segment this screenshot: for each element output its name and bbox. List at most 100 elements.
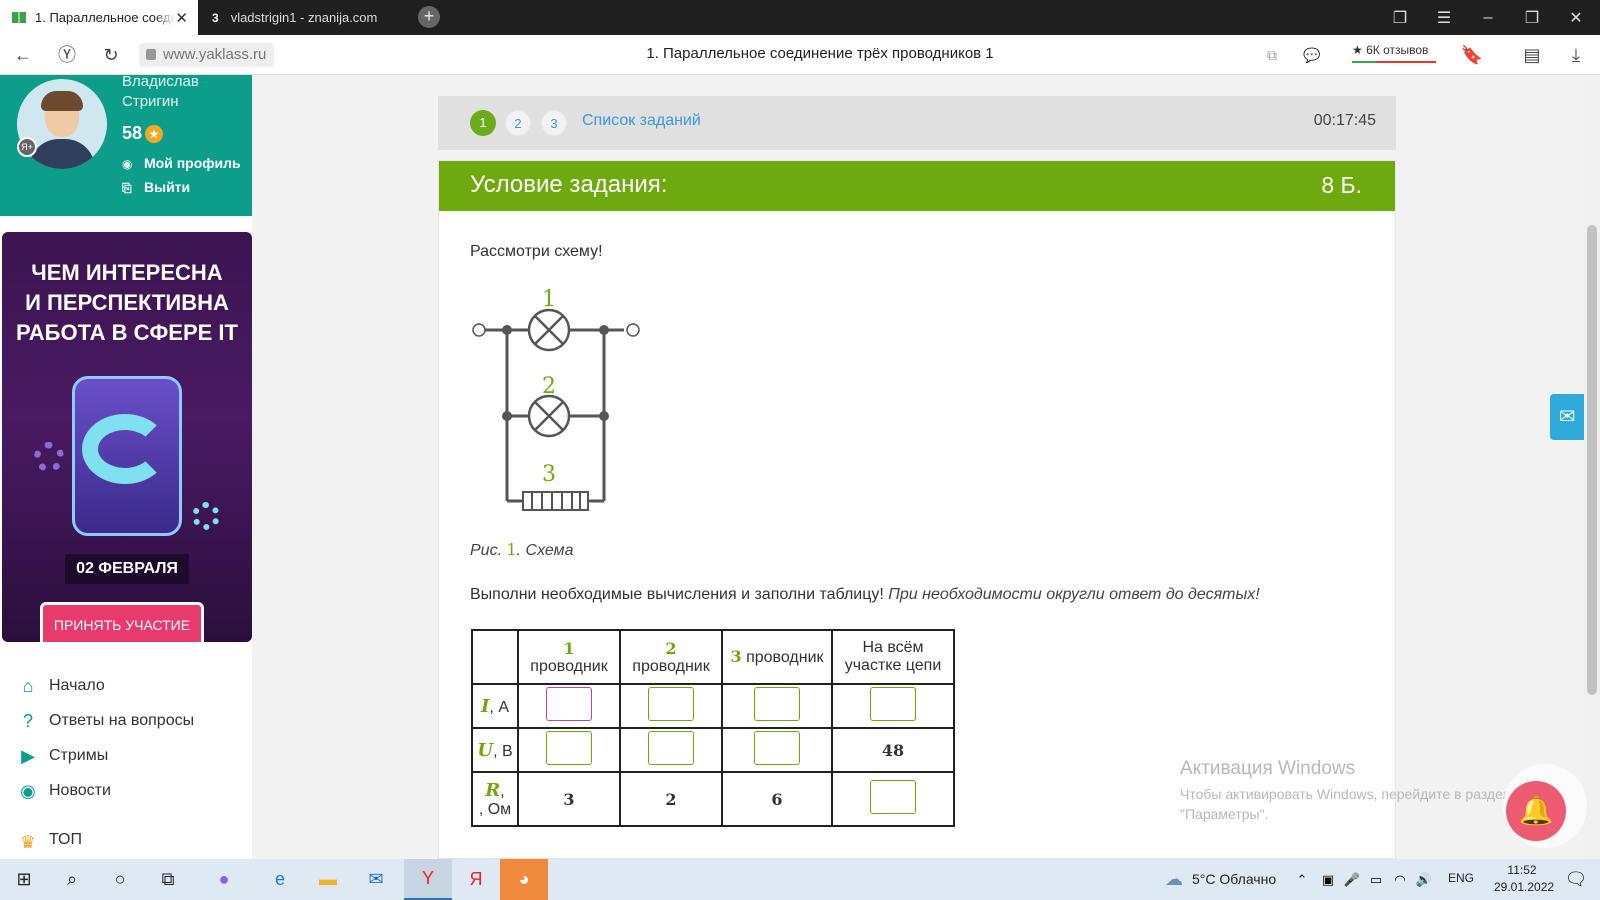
edge-icon[interactable]: e — [256, 859, 304, 900]
sidebar-item-top[interactable]: ♛ ТОП — [17, 831, 82, 859]
yaklass-favicon-icon — [12, 12, 26, 23]
mail-icon[interactable]: ✉ — [1550, 394, 1584, 440]
column-header-1: 1 проводник — [517, 629, 621, 685]
cortana-icon[interactable]: ○ — [96, 859, 144, 900]
collections-icon[interactable]: ▤ — [1520, 43, 1544, 67]
table-corner-cell — [471, 629, 519, 685]
user-icon: ◉ — [122, 157, 133, 171]
wifi-icon[interactable]: ◠ — [1388, 859, 1412, 900]
new-tab-icon[interactable]: + — [418, 6, 440, 28]
microphone-icon[interactable]: 🎤 — [1340, 859, 1364, 900]
page-title: 1. Параллельное соединение трёх проводни… — [646, 45, 994, 62]
scrollbar[interactable] — [1584, 75, 1600, 859]
resistor-icon — [522, 491, 589, 511]
table-header-row: 1 проводник 2 проводник 3 проводник На в… — [471, 629, 955, 685]
windows-activation-watermark: Активация Windows Чтобы активировать Win… — [1180, 758, 1511, 822]
minimize-icon[interactable]: – — [1466, 0, 1510, 35]
language-indicator[interactable]: ENG — [1448, 871, 1474, 885]
timer: 00:17:45 — [1313, 112, 1376, 129]
url-field[interactable]: www.yaklass.ru — [139, 43, 275, 67]
close-window-icon[interactable]: ✕ — [1554, 0, 1598, 35]
task-number-2[interactable]: 2 — [505, 110, 531, 136]
folder-icon[interactable]: ▬ — [304, 859, 352, 900]
chevron-up-icon[interactable]: ⌃ — [1290, 859, 1314, 900]
input-U1[interactable] — [546, 730, 592, 765]
windows-taskbar: ⊞ ⌕ ○ ⧉ ● e ▬ ✉ Y Я ◕ ☁ 5°C Облачно ⌃ ▣ … — [0, 859, 1600, 900]
star-icon: ★ — [145, 125, 164, 143]
home-icon: ⌂ — [22, 676, 34, 696]
yandex-icon[interactable]: Я — [452, 859, 500, 900]
logout-link[interactable]: ⎘ Выйти — [122, 179, 190, 196]
row-label-U: U, В — [471, 727, 519, 773]
task-points: 8 Б. — [1321, 172, 1362, 198]
task-number-3[interactable]: 3 — [541, 110, 567, 136]
copy-icon[interactable]: ⧉ — [1260, 43, 1284, 67]
close-icon[interactable]: ✕ — [175, 9, 188, 27]
sidebar-item-answers[interactable]: ? Ответы на вопросы — [17, 709, 194, 733]
weather-text[interactable]: 5°C Облачно — [1192, 871, 1276, 887]
gear-icon — [34, 442, 64, 472]
search-icon[interactable]: ⌕ — [48, 859, 96, 900]
download-icon[interactable]: ⤓ — [1564, 43, 1588, 67]
ad-date: 02 ФЕВРАЛЯ — [65, 554, 189, 584]
input-I-total[interactable] — [870, 686, 916, 721]
value-R2: 2 — [619, 771, 723, 827]
restore-icon[interactable]: ❐ — [1510, 0, 1554, 35]
chat-icon[interactable]: 💬 — [1300, 43, 1324, 67]
table-row-resistance: R, , Ом 3 2 6 — [471, 771, 955, 827]
lock-icon — [146, 49, 156, 60]
device-icon[interactable]: ▣ — [1316, 859, 1340, 900]
reviews-link[interactable]: ★ 6К отзывов — [1352, 43, 1428, 57]
my-profile-link[interactable]: ◉ Мой профиль — [122, 155, 241, 171]
crown-icon: ♛ — [19, 832, 37, 852]
task-view-icon[interactable]: ⧉ — [144, 859, 192, 900]
sidebar-item-home[interactable]: ⌂ Начало — [17, 674, 105, 698]
input-R-total[interactable] — [870, 779, 916, 814]
question-icon: ? — [22, 711, 33, 731]
bell-icon[interactable]: 🔔 — [1506, 781, 1566, 841]
ad-banner[interactable]: ЧЕМ ИНТЕРЕСНА И ПЕРСПЕКТИВНА РАБОТА В СФ… — [2, 232, 252, 642]
notifications-icon[interactable]: 🗨 — [1556, 859, 1596, 900]
discord-icon[interactable]: ◕ — [500, 859, 548, 900]
reload-icon[interactable]: ↻ — [99, 43, 123, 67]
input-U3[interactable] — [754, 730, 800, 765]
url-text: www.yaklass.ru — [163, 46, 267, 63]
alice-icon[interactable]: ● — [200, 859, 248, 900]
play-icon: ▶ — [21, 746, 35, 766]
yaklass-plus-badge-icon: Я+ — [17, 137, 37, 157]
scroll-thumb[interactable] — [1587, 225, 1597, 695]
back-icon[interactable]: ← — [11, 43, 35, 67]
task-header: Условие задания: 8 Б. — [439, 161, 1395, 211]
windows-start-icon[interactable]: ⊞ — [0, 859, 48, 900]
battery-icon[interactable]: ▭ — [1364, 859, 1388, 900]
gear-icon — [82, 414, 168, 484]
volume-icon[interactable]: 🔊 — [1412, 859, 1436, 900]
yandex-browser-icon[interactable]: Y — [404, 859, 452, 900]
input-I2[interactable] — [648, 686, 694, 721]
table-row-current: I, А — [471, 683, 955, 729]
sidebar-item-streams[interactable]: ▶ Стримы — [17, 744, 108, 768]
task-list-link[interactable]: Список заданий — [582, 112, 701, 130]
task-number-1[interactable]: 1 — [470, 110, 496, 136]
figure-caption: Рис. 1. Схема — [470, 540, 574, 559]
input-U2[interactable] — [648, 730, 694, 765]
tab-znanija[interactable]: 3 vladstrigin1 - znanija.com — [212, 0, 402, 35]
mail-app-icon[interactable]: ✉ — [352, 859, 400, 900]
znanija-favicon-icon: 3 — [212, 10, 219, 25]
value-R3: 6 — [721, 771, 833, 827]
circuit-diagram: 1 2 3 — [472, 287, 640, 511]
input-I1[interactable] — [546, 686, 592, 721]
yandex-icon[interactable]: Ⓨ — [55, 43, 79, 67]
sidebar-item-news[interactable]: ◉ Новости — [17, 779, 111, 803]
tab-active[interactable]: 1. Параллельное соеди ✕ — [0, 0, 198, 35]
row-label-I: I, А — [471, 683, 519, 729]
menu-icon[interactable]: ☰ — [1422, 0, 1466, 35]
bookmark-panel-icon[interactable]: ❐ — [1378, 0, 1422, 35]
tab-title: 1. Параллельное соеди — [35, 10, 175, 25]
input-I3[interactable] — [754, 686, 800, 721]
bookmark-icon[interactable]: 🔖 — [1460, 43, 1484, 67]
column-header-total: На всём участке цепи — [831, 629, 955, 685]
clock[interactable]: 11:52 29.01.2022 — [1494, 862, 1554, 896]
ad-join-button[interactable]: ПРИНЯТЬ УЧАСТИЕ — [40, 602, 204, 642]
news-icon: ◉ — [20, 781, 36, 801]
